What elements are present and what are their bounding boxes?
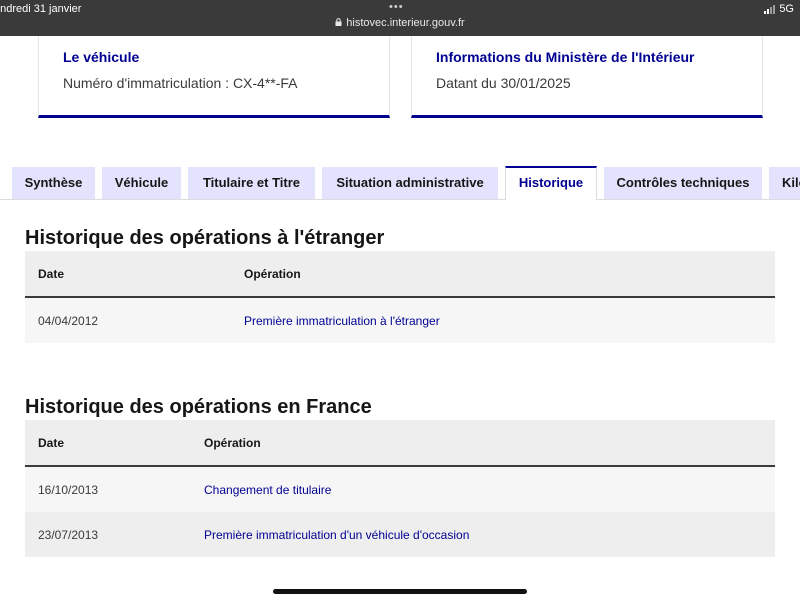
home-indicator[interactable] (273, 589, 527, 594)
table-header: Date Opération (25, 251, 775, 298)
operation-link[interactable]: Première immatriculation à l'étranger (244, 314, 440, 328)
operation-link[interactable]: Changement de titulaire (204, 483, 331, 497)
section-title-france: Historique des opérations en France (25, 396, 372, 418)
tab-historique[interactable]: Historique (505, 166, 597, 200)
row-date: 23/07/2013 (38, 528, 99, 542)
url-text: histovec.interieur.gouv.fr (346, 17, 465, 29)
table-row: 04/04/2012 Première immatriculation à l'… (25, 298, 775, 343)
tab-titulaire-titre[interactable]: Titulaire et Titre (188, 167, 315, 199)
registration-number: Numéro d'immatriculation : CX-4**-FA (63, 75, 298, 91)
tab-controles-techniques[interactable]: Contrôles techniques (604, 167, 762, 199)
ministry-info-card: Informations du Ministère de l'Intérieur… (411, 36, 763, 118)
tab-kilometrage[interactable]: Kilo (769, 167, 800, 199)
column-operation: Opération (204, 436, 261, 450)
vehicle-card: Le véhicule Numéro d'immatriculation : C… (38, 36, 390, 118)
lock-icon (335, 18, 342, 26)
address-bar[interactable]: histovec.interieur.gouv.fr (0, 17, 800, 29)
tab-vehicule[interactable]: Véhicule (102, 167, 181, 199)
tab-synthese[interactable]: Synthèse (12, 167, 95, 199)
more-dots-icon[interactable]: ••• (389, 1, 404, 13)
table-row: 23/07/2013 Première immatriculation d'un… (25, 512, 775, 557)
ministry-card-title: Informations du Ministère de l'Intérieur (436, 49, 695, 65)
section-title-foreign: Historique des opérations à l'étranger (25, 227, 385, 249)
status-bar: endredi 31 janvier ••• histovec.interieu… (0, 0, 800, 36)
tabs-divider (0, 199, 800, 200)
row-date: 16/10/2013 (38, 483, 99, 497)
network-label: 5G (779, 3, 794, 15)
status-date: endredi 31 janvier (0, 3, 82, 15)
tab-situation-administrative[interactable]: Situation administrative (322, 167, 498, 199)
column-operation: Opération (244, 267, 301, 281)
column-date: Date (38, 436, 65, 450)
data-date: Datant du 30/01/2025 (436, 75, 571, 91)
table-row: 16/10/2013 Changement de titulaire (25, 467, 775, 512)
operation-link[interactable]: Première immatriculation d'un véhicule d… (204, 528, 469, 542)
column-date: Date (38, 267, 65, 281)
signal-icon (764, 4, 776, 14)
status-right: 5G (764, 3, 794, 15)
vehicle-card-title: Le véhicule (63, 49, 140, 65)
table-header: Date Opération (25, 420, 775, 467)
row-date: 04/04/2012 (38, 314, 99, 328)
